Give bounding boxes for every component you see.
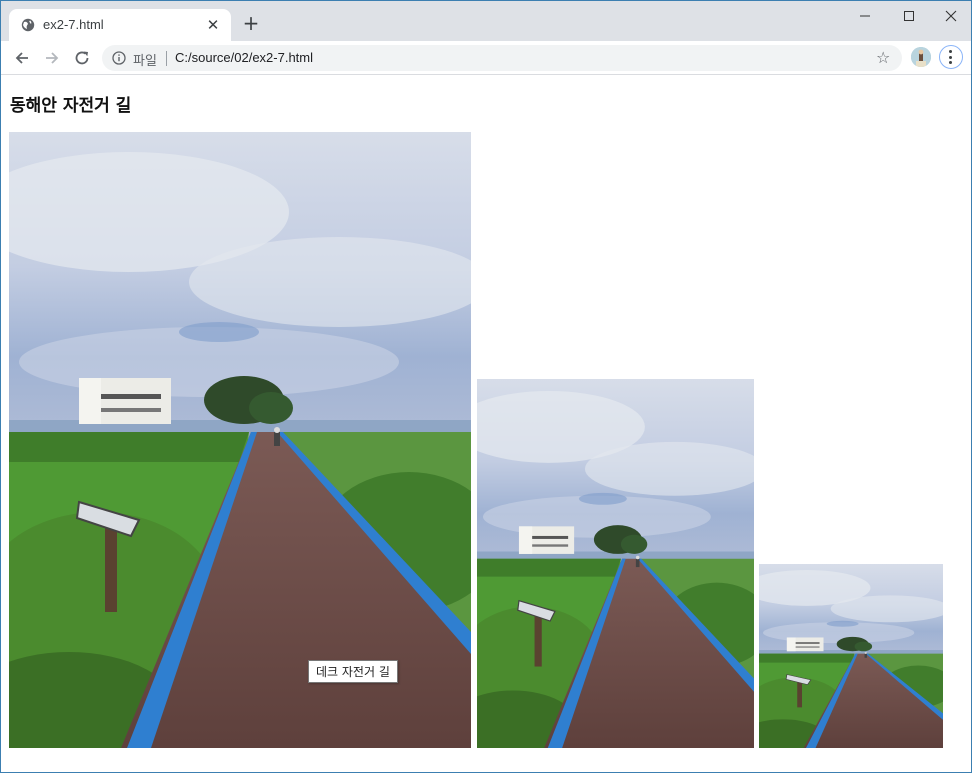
- plus-icon[interactable]: +: [241, 13, 261, 33]
- globe-icon: [21, 18, 35, 32]
- window-close-icon[interactable]: [929, 1, 971, 31]
- reload-icon[interactable]: [71, 47, 93, 69]
- info-icon[interactable]: [112, 51, 126, 65]
- address-url[interactable]: C:/source/02/ex2-7.html: [175, 50, 313, 65]
- tab-strip: ex2-7.html ✕ +: [1, 1, 971, 41]
- toolbar: 파일 C:/source/02/ex2-7.html ☆: [1, 41, 971, 75]
- browser-window: ex2-7.html ✕ + 파일 C:/source/02/ex2-7.htm…: [0, 0, 972, 773]
- kebab-menu-icon[interactable]: [939, 45, 963, 69]
- minimize-icon[interactable]: [843, 1, 887, 31]
- address-bar[interactable]: 파일 C:/source/02/ex2-7.html ☆: [102, 45, 902, 71]
- bike-path-photo-large: [9, 132, 471, 748]
- close-icon[interactable]: ✕: [203, 15, 223, 35]
- page-heading: 동해안 자전거 길: [10, 96, 132, 116]
- page-content: 동해안 자전거 길 데크 자전거 길: [1, 75, 971, 772]
- maximize-icon[interactable]: [887, 1, 931, 31]
- back-arrow-icon[interactable]: [11, 47, 33, 69]
- forward-arrow-icon[interactable]: [41, 47, 63, 69]
- star-icon[interactable]: ☆: [876, 48, 890, 67]
- tab-active[interactable]: ex2-7.html ✕: [9, 9, 231, 41]
- address-scheme-label: 파일: [133, 54, 157, 69]
- bike-path-photo-medium: [477, 379, 754, 748]
- image-tooltip: 데크 자전거 길: [308, 660, 398, 683]
- profile-avatar[interactable]: [911, 47, 931, 67]
- tab-title: ex2-7.html: [43, 17, 104, 32]
- bike-path-photo-small: [759, 564, 943, 748]
- address-separator: [166, 51, 167, 66]
